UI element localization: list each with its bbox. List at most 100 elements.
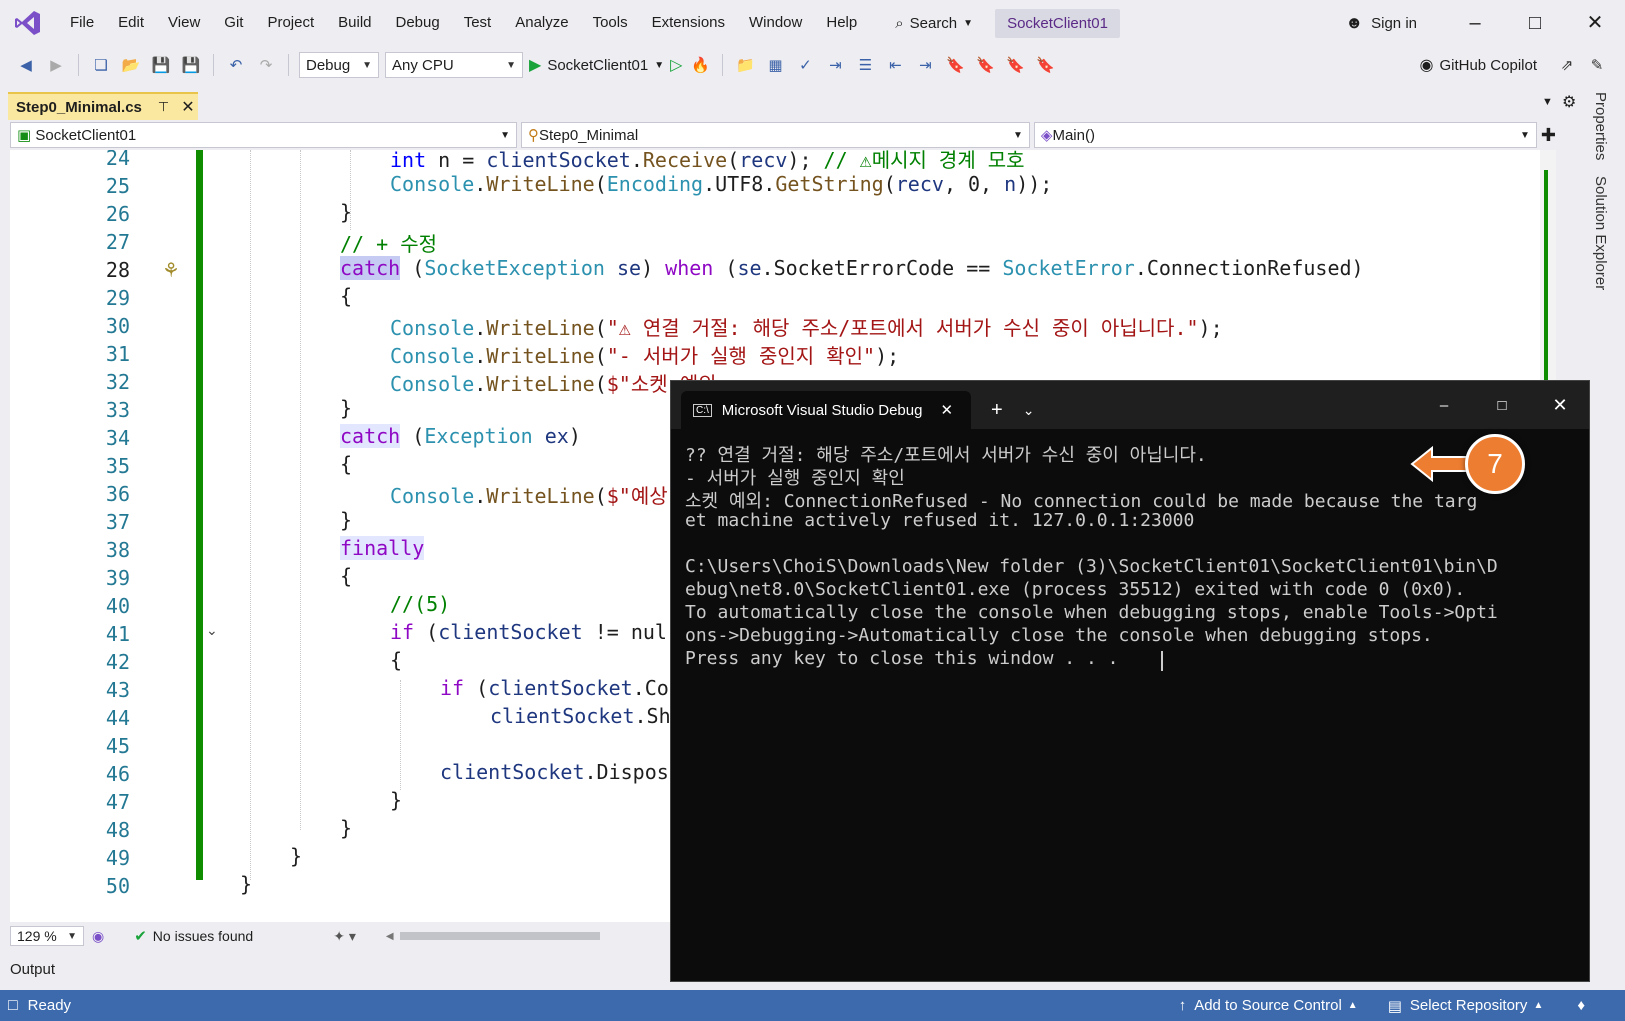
menu-help[interactable]: Help — [814, 0, 869, 46]
toolbar-separator — [288, 54, 289, 76]
collapse-chevron-icon[interactable]: ⌄ — [206, 622, 218, 639]
add-to-source-control[interactable]: Add to Source Control — [1194, 997, 1342, 1014]
zoom-select[interactable]: 129 % ▼ — [10, 926, 84, 946]
lightbulb-icon[interactable]: ⚘ — [162, 258, 180, 283]
token: .Sh — [634, 704, 671, 728]
console-close-button[interactable]: ✕ — [1531, 395, 1589, 416]
code-cleanup-icon[interactable]: ✦ ▾ — [333, 928, 356, 945]
scroll-left-icon[interactable]: ◀ — [386, 931, 394, 942]
menu-edit[interactable]: Edit — [106, 0, 156, 46]
minimize-button[interactable]: – — [1445, 0, 1505, 46]
feedback-icon[interactable]: ✎ — [1585, 53, 1609, 77]
project-dropdown[interactable]: ▣ SocketClient01 ▼ — [10, 122, 517, 148]
menu-file[interactable]: File — [58, 0, 106, 46]
menu-view[interactable]: View — [156, 0, 212, 46]
new-project-icon[interactable]: ❏ — [89, 53, 113, 77]
diagnostics-icon[interactable]: ☰ — [853, 53, 877, 77]
token: } — [340, 200, 353, 224]
menu-debug[interactable]: Debug — [384, 0, 452, 46]
maximize-button[interactable]: □ — [1505, 0, 1565, 46]
indent-icon[interactable]: ⇤ — [883, 53, 907, 77]
menu-git[interactable]: Git — [212, 0, 255, 46]
gear-icon[interactable]: ⚙ — [1562, 92, 1576, 112]
console-maximize-button[interactable]: □ — [1473, 397, 1531, 414]
save-icon[interactable]: 💾 — [149, 53, 173, 77]
horizontal-scrollbar[interactable] — [399, 932, 600, 940]
solution-explorer-icon[interactable]: 📁 — [733, 53, 757, 77]
toolbar-separator — [213, 54, 214, 76]
start-debugging-icon[interactable]: ▶ — [529, 55, 541, 75]
line-number: 41 — [105, 622, 130, 646]
token: ) — [641, 256, 666, 280]
code-line-46: clientSocket.Dispos — [440, 760, 669, 784]
bookmark-icon[interactable]: 🔖 — [943, 53, 967, 77]
visual-studio-logo-icon — [15, 11, 40, 35]
console-tab[interactable]: C:\ Microsoft Visual Studio Debug ✕ — [681, 391, 971, 429]
code-line-48: } — [340, 816, 352, 840]
solution-explorer-tab[interactable]: Solution Explorer — [1592, 176, 1609, 290]
chevron-down-icon[interactable]: ▼ — [654, 60, 664, 71]
token: ); — [787, 150, 824, 172]
token: .UTF8. — [703, 172, 776, 196]
token: { — [340, 452, 353, 476]
menu-analyze[interactable]: Analyze — [503, 0, 580, 46]
properties-tab[interactable]: Properties — [1592, 92, 1609, 160]
platform-select[interactable]: Any CPU ▼ — [385, 52, 523, 78]
tab-list-dropdown-icon[interactable]: ▼ — [1542, 96, 1553, 108]
close-tab-icon[interactable]: ✕ — [181, 97, 194, 117]
code-line-42: { — [390, 648, 402, 672]
sign-in-link[interactable]: Sign in — [1371, 15, 1417, 32]
menu-build[interactable]: Build — [326, 0, 383, 46]
save-all-icon[interactable]: 💾 — [179, 53, 203, 77]
close-tab-icon[interactable]: ✕ — [940, 401, 953, 419]
member-dropdown[interactable]: ◈Main() ▼ — [1033, 122, 1537, 148]
step-icon[interactable]: ⇥ — [823, 53, 847, 77]
prev-bookmark-icon[interactable]: 🔖 — [973, 53, 997, 77]
code-line-41: if (clientSocket != nul — [390, 620, 667, 644]
spell-check-icon[interactable]: ✓ — [793, 53, 817, 77]
share-icon[interactable]: ⇗ — [1555, 53, 1579, 77]
menu-extensions[interactable]: Extensions — [640, 0, 737, 46]
redo-icon[interactable]: ↷ — [254, 53, 278, 77]
token: } — [390, 788, 403, 812]
layout-icon[interactable]: ▦ — [763, 53, 787, 77]
code-line-44: clientSocket.Sh — [490, 704, 671, 728]
line-number: 39 — [105, 566, 130, 590]
tab-step0-minimal[interactable]: Step0_Minimal.cs ⊤ ✕ — [8, 92, 198, 120]
close-window-button[interactable]: ✕ — [1565, 0, 1625, 46]
token-type: Exception — [424, 424, 533, 448]
issues-status[interactable]: No issues found — [153, 928, 253, 944]
token: } — [240, 872, 253, 896]
outdent-icon[interactable]: ⇥ — [913, 53, 937, 77]
pin-icon[interactable]: ⊤ — [158, 99, 169, 115]
token: . — [474, 344, 487, 368]
navigate-back-icon[interactable]: ◀ — [14, 53, 38, 77]
configuration-select[interactable]: Debug ▼ — [299, 52, 379, 78]
token: != nul — [582, 620, 667, 644]
navigate-forward-icon[interactable]: ▶ — [44, 53, 68, 77]
notification-bell-icon[interactable]: ♦ — [1577, 997, 1585, 1014]
console-minimize-button[interactable]: – — [1415, 397, 1473, 414]
menu-project[interactable]: Project — [255, 0, 326, 46]
split-editor-icon[interactable]: ✚ — [1541, 122, 1556, 148]
start-without-debugging-icon[interactable]: ▷ — [670, 55, 682, 75]
token-method: WriteLine — [486, 172, 595, 196]
clear-bookmarks-icon[interactable]: 🔖 — [1033, 53, 1057, 77]
menu-tools[interactable]: Tools — [581, 0, 640, 46]
class-dropdown[interactable]: ⚲Step0_Minimal ▼ — [520, 122, 1030, 148]
line-number: 40 — [105, 594, 130, 618]
menu-window[interactable]: Window — [737, 0, 814, 46]
select-repository[interactable]: Select Repository — [1410, 997, 1528, 1014]
next-bookmark-icon[interactable]: 🔖 — [1003, 53, 1027, 77]
new-tab-icon[interactable]: + — [991, 399, 1003, 422]
hot-reload-icon[interactable]: 🔥 — [688, 53, 712, 77]
tab-dropdown-icon[interactable]: ⌄ — [1023, 402, 1035, 419]
github-copilot-button[interactable]: GitHub Copilot — [1439, 57, 1537, 74]
search-box[interactable]: ⌕ Search ▼ — [885, 7, 983, 39]
open-folder-icon[interactable]: 📂 — [119, 53, 143, 77]
intellicode-icon[interactable]: ◉ — [92, 928, 104, 945]
undo-icon[interactable]: ↶ — [224, 53, 248, 77]
menu-test[interactable]: Test — [452, 0, 504, 46]
run-target-label[interactable]: SocketClient01 — [547, 57, 648, 74]
token-type: Encoding — [606, 172, 704, 196]
